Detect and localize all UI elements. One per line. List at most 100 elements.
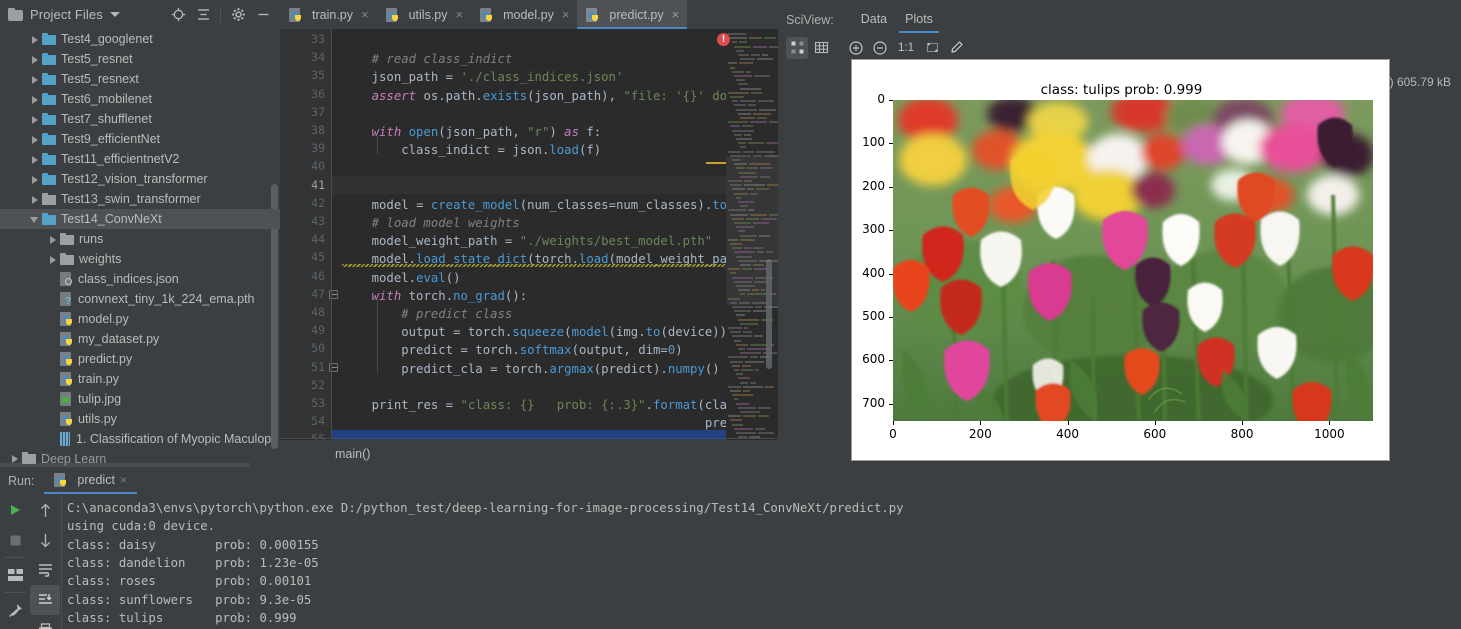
error-badge[interactable]: ! [717, 33, 730, 46]
close-icon[interactable]: × [562, 7, 570, 22]
run-tab-predict[interactable]: predict × [44, 468, 137, 494]
minimap-line [732, 394, 753, 396]
tree-item-test14-convnext[interactable]: Test14_ConvNeXt [0, 209, 280, 229]
zoom-in-icon[interactable] [845, 37, 867, 59]
minimap-line [730, 96, 744, 98]
expand-arrow-icon[interactable] [30, 195, 39, 204]
minimap-line [738, 377, 750, 379]
editor-code-area[interactable]: # read class_indict json_path = './class… [332, 29, 726, 438]
minimap-line [740, 323, 758, 325]
minimap-line [738, 54, 749, 56]
tree-item-test4-googlenet[interactable]: Test4_googlenet [0, 29, 280, 49]
close-icon[interactable]: × [456, 7, 464, 22]
tree-item-test9-efficientnet[interactable]: Test9_efficientNet [0, 129, 280, 149]
editor-gutter[interactable]: 33 34 35 36 37 38 39 40 41 42 43 44 45 46 47 48 49 50 51 52… [280, 29, 332, 438]
minimap-line [734, 251, 755, 253]
tree-item-class-indices-json[interactable]: class_indices.json [0, 269, 280, 289]
tree-item-test5-resnext[interactable]: Test5_resnext [0, 69, 280, 89]
expand-arrow-icon[interactable] [30, 175, 39, 184]
expand-arrow-icon[interactable] [30, 135, 39, 144]
expand-arrow-icon[interactable] [30, 115, 39, 124]
editor-tab-utils-py[interactable]: utils.py × [377, 0, 472, 29]
expand-arrow-icon[interactable] [30, 155, 39, 164]
expand-arrow-icon[interactable] [30, 95, 39, 104]
minimap-line [751, 92, 762, 94]
fit-selection-icon[interactable] [921, 37, 943, 59]
tree-item-convnext-tiny-1k-224-ema-pth[interactable]: ? convnext_tiny_1k_224_ema.pth [0, 289, 280, 309]
editor-minimap[interactable] [726, 29, 778, 438]
minimize-icon[interactable] [252, 4, 274, 26]
tree-item-test7-shufflenet[interactable]: Test7_shufflenet [0, 109, 280, 129]
soft-wrap-icon[interactable] [30, 555, 60, 585]
breadcrumb[interactable]: main() [280, 440, 778, 467]
actual-size-icon[interactable]: 1:1 [893, 37, 919, 59]
tree-item-weights[interactable]: weights [0, 249, 280, 269]
editor-tab-model-py[interactable]: model.py × [471, 0, 577, 29]
tree-item-test12-vision-transformer[interactable]: Test12_vision_transformer [0, 169, 280, 189]
settings-gear-icon[interactable] [227, 4, 249, 26]
minimap-line [728, 121, 748, 123]
tree-item-my-dataset-py[interactable]: my_dataset.py [0, 329, 280, 349]
y-axis-tick-label: 400 [845, 266, 885, 280]
tree-item-deep-learn[interactable]: Deep Learn [0, 450, 280, 467]
y-axis-tick-mark [889, 230, 893, 231]
tree-item-utils-py[interactable]: utils.py [0, 409, 280, 429]
close-icon[interactable]: × [361, 7, 369, 22]
chevron-down-icon[interactable] [110, 12, 120, 17]
tree-item-runs[interactable]: runs [0, 229, 280, 249]
tree-item-model-py[interactable]: model.py [0, 309, 280, 329]
minimap-line [734, 222, 751, 224]
plot-figure[interactable]: class: tulips prob: 0.999 0 100 200 300 … [851, 59, 1390, 461]
expand-arrow-icon[interactable] [30, 35, 39, 44]
minimap-line [770, 344, 775, 346]
tree-item-test5-resnet[interactable]: Test5_resnet [0, 49, 280, 69]
minimap-line [730, 125, 740, 127]
run-tab-label: predict [77, 473, 115, 487]
locate-icon[interactable] [167, 4, 189, 26]
pin-icon[interactable] [0, 595, 30, 625]
console-output[interactable]: C:\anaconda3\envs\pytorch\python.exe D:/… [62, 495, 1461, 629]
line-number: 42 [311, 196, 325, 210]
editor-tab-predict-py[interactable]: predict.py × [577, 0, 687, 29]
tab-data[interactable]: Data [852, 7, 896, 33]
collapse-arrow-icon[interactable] [30, 215, 39, 224]
tree-item-label: Test12_vision_transformer [61, 172, 208, 186]
editor-tab-train-py[interactable]: train.py × [280, 0, 377, 29]
tree-item-test6-mobilenet[interactable]: Test6_mobilenet [0, 89, 280, 109]
close-icon[interactable]: × [672, 7, 680, 22]
tree-item-test11-efficientnetv2[interactable]: Test11_efficientnetV2 [0, 149, 280, 169]
print-icon[interactable] [30, 615, 60, 629]
arrow-up-icon[interactable] [30, 495, 60, 525]
scroll-to-end-icon[interactable] [30, 585, 60, 615]
rerun-icon[interactable] [0, 495, 30, 525]
close-icon[interactable]: × [120, 473, 127, 487]
expand-arrow-icon[interactable] [10, 454, 19, 463]
expand-arrow-icon[interactable] [48, 255, 57, 264]
layout-icon[interactable] [0, 560, 30, 590]
collapse-all-icon[interactable] [192, 4, 214, 26]
minimap-line [728, 386, 741, 388]
console-line: class: tulips prob: 0.999 [67, 611, 297, 625]
arrow-down-icon[interactable] [30, 525, 60, 555]
tab-plots[interactable]: Plots [896, 7, 942, 33]
minimap-line [745, 361, 764, 363]
expand-arrow-icon[interactable] [30, 55, 39, 64]
minimap-line [747, 167, 758, 169]
project-file-tree[interactable]: Test4_googlenet Test5_resnet Test5_resnext… [0, 29, 280, 450]
expand-arrow-icon[interactable] [48, 235, 57, 244]
tree-item-test13-swin-transformer[interactable]: Test13_swin_transformer [0, 189, 280, 209]
color-picker-icon[interactable] [945, 37, 967, 59]
warning-marker[interactable] [706, 162, 726, 164]
zoom-out-icon[interactable] [869, 37, 891, 59]
grid-icon[interactable] [810, 37, 832, 59]
tree-item-tulip-jpg[interactable]: tulip.jpg [0, 389, 280, 409]
fit-to-window-icon[interactable] [786, 37, 808, 59]
tree-item-train-py[interactable]: train.py [0, 369, 280, 389]
tree-item-1-classification-of-myopic-maculop[interactable]: 1. Classification of Myopic Maculop [0, 429, 280, 449]
expand-arrow-icon[interactable] [30, 75, 39, 84]
minimap-line [732, 159, 741, 161]
minimap-line [739, 302, 750, 304]
stop-icon[interactable] [0, 525, 30, 555]
minimap-line [757, 58, 773, 60]
tree-item-predict-py[interactable]: predict.py [0, 349, 280, 369]
